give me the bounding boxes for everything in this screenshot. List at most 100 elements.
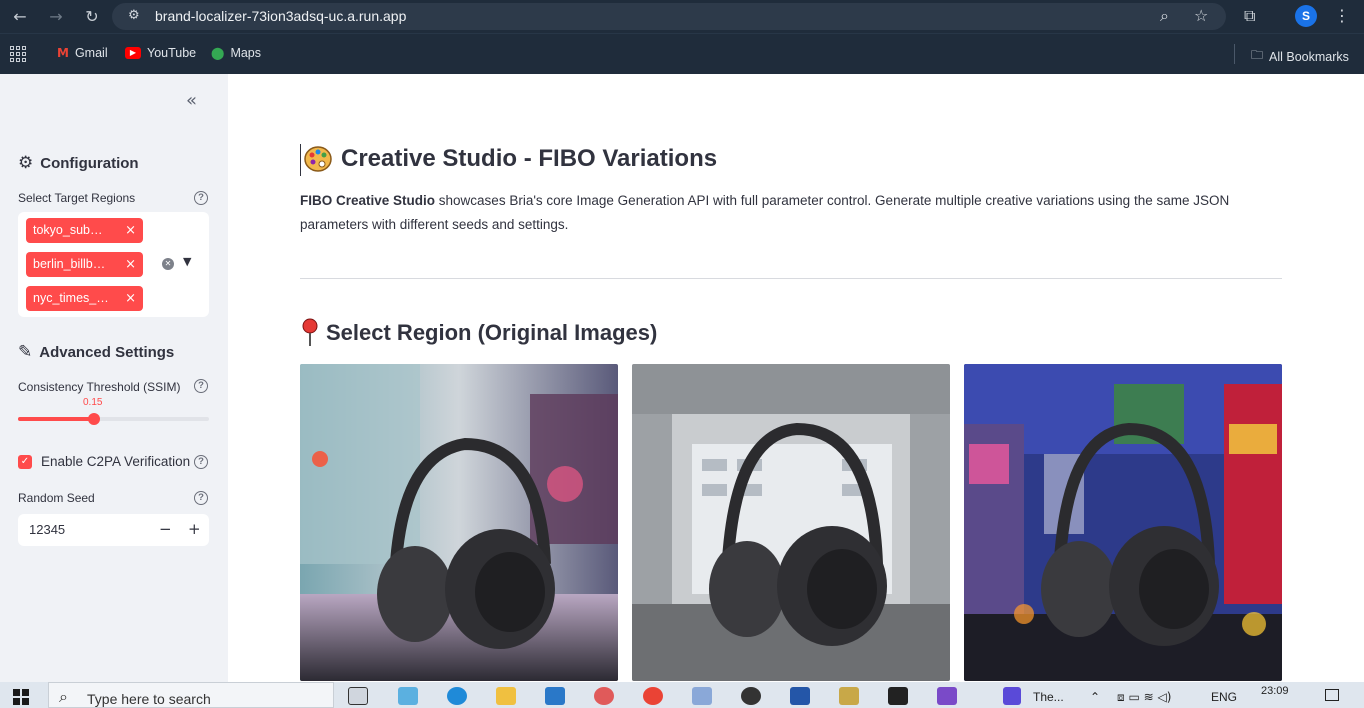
main-content: Creative Studio - FIBO Variations FIBO C…: [228, 74, 1364, 682]
region-tag-label: tokyo_sub…: [33, 223, 103, 237]
page-title-text: Creative Studio - FIBO Variations: [341, 145, 718, 172]
target-regions-multiselect[interactable]: tokyo_sub… × berlin_billb… × nyc_times_……: [18, 212, 209, 317]
remove-tag-icon[interactable]: ×: [125, 252, 136, 277]
windows-start-icon[interactable]: [13, 689, 29, 705]
divider: [300, 278, 1282, 279]
berlin-photo: [632, 364, 950, 681]
wrench-icon: ✎: [18, 342, 33, 362]
desc-rest: showcases Bria's core Image Generation A…: [300, 193, 1230, 232]
region-tag[interactable]: tokyo_sub… ×: [26, 218, 143, 243]
terminal-icon[interactable]: [888, 687, 908, 705]
region-tag[interactable]: nyc_times_… ×: [26, 286, 143, 311]
decrement-button[interactable]: −: [159, 520, 172, 538]
remove-tag-icon[interactable]: ×: [125, 286, 136, 311]
c2pa-label[interactable]: Enable C2PA Verification: [41, 454, 190, 469]
chrome-icon[interactable]: [643, 687, 663, 705]
help-icon[interactable]: ?: [194, 379, 208, 393]
collapse-sidebar-icon[interactable]: «: [186, 90, 197, 111]
app-icon[interactable]: [594, 687, 614, 705]
taskbar-search-placeholder: Type here to search: [87, 691, 211, 707]
youtube-icon: ▶: [125, 47, 141, 59]
section-title-text: Select Region (Original Images): [326, 320, 658, 345]
bookmark-label: Gmail: [74, 46, 108, 60]
bookmark-star-icon[interactable]: ☆: [1194, 6, 1208, 25]
help-icon[interactable]: ?: [194, 491, 208, 505]
browser-toolbar: ← → ↻ ⚙ brand-localizer-73ion3adsq-uc.a.…: [0, 0, 1364, 33]
site-info-icon[interactable]: ⚙: [128, 8, 140, 23]
task-label[interactable]: The...: [1033, 690, 1064, 704]
app-icon[interactable]: [692, 687, 712, 705]
page-description: FIBO Creative Studio showcases Bria's co…: [300, 189, 1240, 237]
url-text[interactable]: brand-localizer-73ion3adsq-uc.a.run.app: [155, 8, 406, 24]
help-icon[interactable]: ?: [194, 191, 208, 205]
desc-bold: FIBO Creative Studio: [300, 193, 436, 208]
search-icon: ⌕: [59, 687, 68, 706]
bookmark-gmail[interactable]: M Gmail: [57, 46, 108, 60]
extensions-icon[interactable]: ⧉: [1244, 6, 1255, 26]
advanced-settings-title: Advanced Settings: [39, 343, 175, 361]
pushpin-icon: [302, 318, 318, 346]
reload-icon[interactable]: ↻: [80, 5, 104, 29]
configuration-heading: ⚙ Configuration: [18, 153, 139, 173]
region-tag-label: berlin_billb…: [33, 257, 106, 271]
bookmark-youtube[interactable]: ▶ YouTube: [125, 46, 196, 60]
increment-button[interactable]: +: [188, 520, 201, 538]
sidebar: « ⚙ Configuration Select Target Regions …: [0, 74, 228, 682]
configuration-title: Configuration: [40, 154, 139, 172]
bookmark-maps[interactable]: ⬤ Maps: [211, 46, 261, 60]
bookmarks-bar: M Gmail ▶ YouTube ⬤ Maps 🗀 All Bookmarks: [0, 33, 1364, 74]
forward-icon[interactable]: →: [44, 5, 68, 29]
c2pa-checkbox[interactable]: ✓: [18, 455, 32, 469]
seed-value[interactable]: 12345: [29, 522, 65, 537]
chevron-down-icon[interactable]: ▼: [183, 255, 191, 268]
tokyo-photo: [300, 364, 618, 681]
apps-grid-icon[interactable]: [10, 46, 26, 62]
tray-chevron-icon[interactable]: ⌃: [1090, 690, 1100, 704]
region-tag-label: nyc_times_…: [33, 291, 109, 305]
taskbar-search[interactable]: ⌕ Type here to search: [48, 682, 334, 708]
back-icon[interactable]: ←: [8, 5, 32, 29]
seed-input[interactable]: 12345 − +: [18, 514, 209, 546]
notifications-icon[interactable]: [1325, 689, 1339, 701]
ssim-slider-thumb[interactable]: [88, 413, 100, 425]
remove-tag-icon[interactable]: ×: [125, 218, 136, 243]
gear-icon: ⚙: [18, 153, 34, 173]
region-tag[interactable]: berlin_billb… ×: [26, 252, 143, 277]
app-icon[interactable]: [839, 687, 859, 705]
bookmark-label: YouTube: [147, 46, 197, 60]
tray-icons[interactable]: ⧈ ▭ ≋ ◁): [1117, 690, 1171, 705]
bookmarks-divider: [1234, 44, 1235, 64]
folder-icon: 🗀: [1251, 48, 1264, 62]
task-view-icon[interactable]: [348, 687, 368, 705]
media-icon[interactable]: [741, 687, 761, 705]
ssim-slider[interactable]: [18, 413, 209, 425]
all-bookmarks[interactable]: 🗀 All Bookmarks: [1251, 46, 1349, 67]
ssim-value: 0.15: [83, 397, 103, 408]
menu-icon[interactable]: ⋮: [1334, 6, 1350, 25]
region-image-berlin[interactable]: [632, 364, 950, 681]
region-image-nyc[interactable]: [964, 364, 1282, 681]
ssim-label: Consistency Threshold (SSIM): [18, 380, 181, 394]
maps-icon: ⬤: [211, 46, 225, 60]
clock[interactable]: 23:09: [1261, 685, 1289, 697]
region-image-tokyo[interactable]: [300, 364, 618, 681]
app-icon[interactable]: [398, 687, 418, 705]
clear-all-icon[interactable]: ✕: [162, 258, 174, 270]
target-regions-label: Select Target Regions: [18, 191, 136, 205]
help-icon[interactable]: ?: [194, 455, 208, 469]
zoom-icon[interactable]: ⌕: [1160, 6, 1169, 26]
nyc-photo: [964, 364, 1282, 681]
app-icon[interactable]: [1003, 687, 1021, 705]
app-icon[interactable]: [937, 687, 957, 705]
gmail-icon: M: [57, 46, 69, 60]
file-explorer-icon[interactable]: [496, 687, 516, 705]
powershell-icon[interactable]: [790, 687, 810, 705]
section-title: Select Region (Original Images): [300, 318, 657, 348]
language-indicator[interactable]: ENG: [1211, 690, 1237, 704]
profile-avatar[interactable]: S: [1295, 5, 1317, 27]
edge-icon[interactable]: [447, 687, 467, 705]
windows-taskbar: ⌕ Type here to search The... ⌃ ⧈ ▭ ≋ ◁) …: [0, 682, 1364, 708]
app-icon[interactable]: [545, 687, 565, 705]
all-bookmarks-label: All Bookmarks: [1269, 49, 1349, 64]
bookmark-label: Maps: [230, 46, 262, 60]
